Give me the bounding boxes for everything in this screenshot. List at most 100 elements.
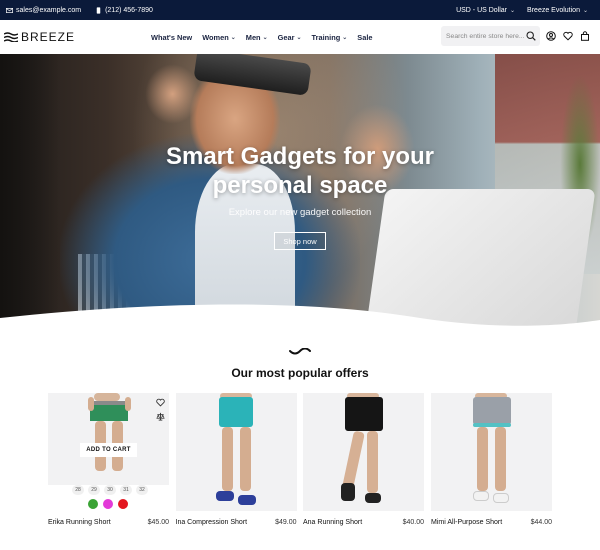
model-arm-left [88, 397, 94, 411]
size-option[interactable]: 30 [104, 485, 116, 495]
currency-label: USD - US Dollar [456, 6, 508, 14]
size-option[interactable]: 28 [72, 485, 84, 495]
model-shoe-left [215, 491, 234, 501]
contact-phone[interactable]: (212) 456-7890 [95, 7, 153, 14]
logo[interactable]: BREEZE [4, 30, 75, 44]
mail-icon [6, 7, 13, 13]
nav-label: Men [245, 32, 261, 42]
model-shoe-left [341, 483, 355, 501]
product-name[interactable]: Erika Running Short [48, 519, 111, 526]
size-option[interactable]: 29 [88, 485, 100, 495]
search-input[interactable] [446, 32, 526, 40]
model-leg-right [239, 427, 251, 491]
nav-label: What's New [151, 32, 193, 42]
color-swatch-pink[interactable] [103, 499, 113, 509]
shop-now-button[interactable]: Shop now [274, 232, 326, 250]
product-image[interactable] [303, 393, 424, 511]
wishlist-heart-icon[interactable] [156, 398, 165, 407]
product-name[interactable]: Ina Compression Short [176, 519, 248, 526]
nav-women[interactable]: Women ⌄ [202, 33, 236, 42]
nav-sale[interactable]: Sale [357, 33, 372, 42]
product-card[interactable]: Ana Running Short $40.00 [303, 393, 424, 533]
hero-banner: Smart Gadgets for your personal space Ex… [0, 54, 600, 334]
hero-title: Smart Gadgets for your personal space [0, 142, 600, 200]
chevron-down-icon: ⌄ [262, 34, 268, 41]
shorts-waistband [90, 401, 128, 405]
phone-icon [96, 6, 101, 14]
shorts-green [90, 403, 128, 421]
product-grid: ADD TO CART 28 29 30 31 32 Erika Running… [48, 393, 552, 533]
hero-person-hand-left [145, 64, 200, 124]
color-swatches [88, 499, 128, 509]
logo-text: BREEZE [21, 30, 76, 44]
nav-training[interactable]: Training ⌄ [312, 33, 348, 42]
model-leg-right [367, 431, 378, 493]
wishlist-icon[interactable] [563, 31, 573, 41]
site-header: BREEZE What's New Women ⌄ Men ⌄ Gear ⌄ Trai… [0, 20, 600, 54]
chevron-down-icon: ⌄ [582, 7, 588, 14]
product-name[interactable]: Mimi All-Purpose Short [431, 519, 502, 526]
nav-label: Gear [277, 32, 295, 42]
add-to-cart-button[interactable]: ADD TO CART [80, 443, 137, 457]
nav-label: Women [202, 32, 229, 42]
model-leg-left [477, 427, 488, 491]
search-box [441, 26, 540, 46]
model-shoe-left [473, 491, 489, 501]
logo-waves-icon [4, 32, 18, 42]
product-card[interactable]: Mimi All-Purpose Short $44.00 [431, 393, 552, 533]
color-swatch-green[interactable] [88, 499, 98, 509]
contact-email[interactable]: sales@example.com [6, 7, 81, 14]
shorts-grey [473, 397, 511, 425]
color-swatch-red[interactable] [118, 499, 128, 509]
model-arm-right [125, 397, 131, 411]
model-torso [94, 393, 120, 401]
size-options: 28 29 30 31 32 [72, 485, 148, 495]
chevron-down-icon: ⌄ [230, 34, 236, 41]
product-price: $49.00 [275, 519, 297, 526]
section-wave-icon [289, 348, 311, 355]
header-actions [546, 31, 590, 41]
hero-wave-divider [0, 304, 600, 334]
model-shoe-right [493, 493, 509, 503]
compare-icon[interactable] [156, 412, 165, 421]
chevron-down-icon: ⌄ [510, 7, 516, 14]
nav-label: Sale [357, 32, 373, 42]
top-bar: sales@example.com (212) 456-7890 USD - U… [0, 0, 600, 20]
product-price: $40.00 [402, 519, 424, 526]
hero-subtitle: Explore our new gadget collection [228, 207, 372, 218]
cart-icon[interactable] [580, 31, 590, 41]
model-shoe-right [237, 495, 256, 505]
hero-title-line: personal space [212, 172, 388, 199]
product-card[interactable]: Ina Compression Short $49.00 [175, 393, 297, 533]
chevron-down-icon: ⌄ [296, 34, 302, 41]
model-leg-left [342, 430, 365, 490]
store-label: Breeze Evolution [527, 6, 580, 14]
hero-title-line: Smart Gadgets for your [165, 143, 435, 170]
size-option[interactable]: 32 [136, 485, 148, 495]
product-image[interactable]: ADD TO CART [48, 393, 169, 485]
model-leg-right [495, 427, 506, 491]
shorts-black [345, 397, 383, 431]
product-card[interactable]: ADD TO CART 28 29 30 31 32 Erika Running… [48, 393, 169, 533]
product-image[interactable] [431, 393, 552, 511]
shorts-teal [218, 397, 253, 427]
nav-whats-new[interactable]: What's New [151, 33, 192, 42]
section-title: Our most popular offers [231, 366, 369, 380]
product-price: $44.00 [530, 519, 552, 526]
search-icon[interactable] [526, 31, 536, 41]
model-leg-left [221, 427, 233, 491]
nav-gear[interactable]: Gear ⌄ [278, 33, 302, 42]
nav-label: Training [311, 32, 341, 42]
chevron-down-icon: ⌄ [342, 34, 348, 41]
size-option[interactable]: 31 [120, 485, 132, 495]
email-text: sales@example.com [16, 6, 82, 14]
main-nav: What's New Women ⌄ Men ⌄ Gear ⌄ Training ⌄ S… [151, 20, 373, 54]
model-shoe-right [365, 493, 381, 503]
account-icon[interactable] [546, 31, 556, 41]
nav-men[interactable]: Men ⌄ [246, 33, 268, 42]
currency-switcher[interactable]: USD - US Dollar ⌄ [456, 7, 515, 14]
hero-text: Smart Gadgets for your personal space Ex… [0, 142, 600, 218]
store-switcher[interactable]: Breeze Evolution ⌄ [527, 7, 588, 14]
product-image[interactable] [175, 393, 297, 511]
product-name[interactable]: Ana Running Short [303, 519, 362, 526]
